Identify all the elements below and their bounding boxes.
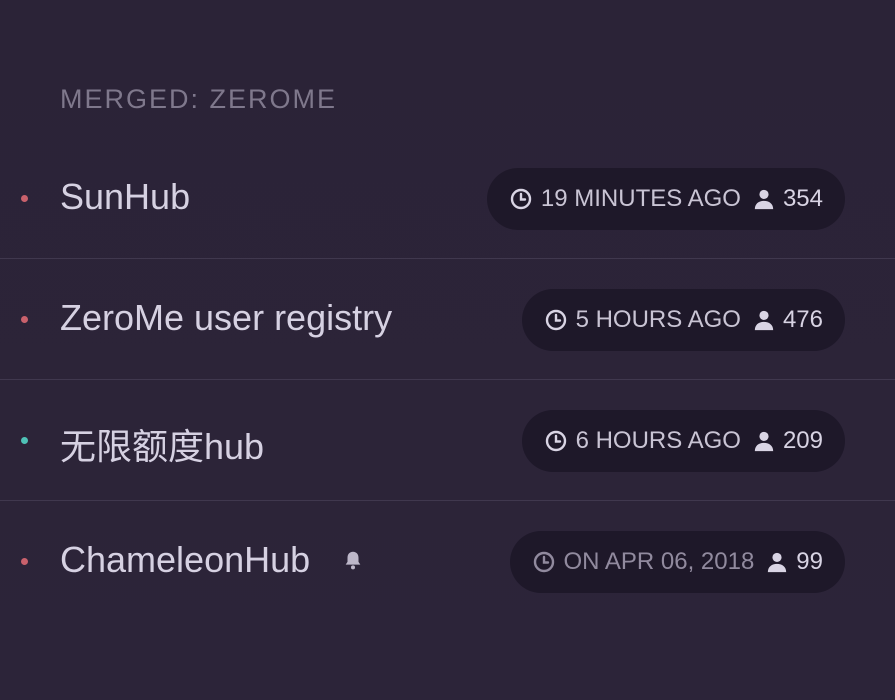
hub-row[interactable]: 无限额度hub 6 HOURS AGO 209 [0,380,895,501]
bell-icon[interactable] [342,549,364,571]
last-updated-text: 6 HOURS AGO [575,427,741,454]
hub-meta-pill: 6 HOURS AGO 209 [521,410,845,472]
section-title: MERGED: ZEROME [60,84,338,114]
clock-icon [509,187,533,211]
hub-name[interactable]: ZeroMe user registry [60,297,392,339]
hub-row[interactable]: SunHub 19 MINUTES AGO 354 [0,138,895,259]
user-count: 99 [796,548,823,575]
status-dot [21,316,28,323]
last-updated-text: ON APR 06, 2018 [563,548,755,575]
user-count: 209 [782,427,823,454]
hub-meta-pill: 19 MINUTES AGO 354 [486,168,845,230]
hub-meta-pill: ON APR 06, 2018 99 [509,531,845,593]
hub-name[interactable]: ChameleonHub [60,539,364,581]
status-dot [21,558,28,565]
clock-icon [544,308,568,332]
hub-name-label: 无限额度hub [60,426,265,467]
hub-name[interactable]: 无限额度hub [60,418,264,470]
hub-list: SunHub 19 MINUTES AGO 354 ZeroMe user re… [0,138,895,621]
hub-row[interactable]: ChameleonHub ON APR 06, 2018 99 [0,501,895,621]
user-count: 354 [782,185,823,212]
clock-icon [532,550,556,574]
hub-list-panel: MERGED: ZEROME SunHub 19 MINUTES AGO 354 [0,0,895,700]
user-icon [766,551,788,573]
user-count: 476 [782,306,823,333]
hub-name[interactable]: SunHub [60,176,190,218]
hub-meta-pill: 5 HOURS AGO 476 [521,289,845,351]
hub-name-label: ChameleonHub [60,539,311,580]
last-updated-text: 5 HOURS AGO [575,306,741,333]
hub-row[interactable]: ZeroMe user registry 5 HOURS AGO 476 [0,259,895,380]
user-icon [753,309,775,331]
last-updated-text: 19 MINUTES AGO [540,185,741,212]
clock-icon [544,429,568,453]
status-dot [21,195,28,202]
hub-name-label: ZeroMe user registry [60,297,393,338]
status-dot [21,437,28,444]
hub-name-label: SunHub [60,176,191,217]
user-icon [753,430,775,452]
user-icon [753,188,775,210]
